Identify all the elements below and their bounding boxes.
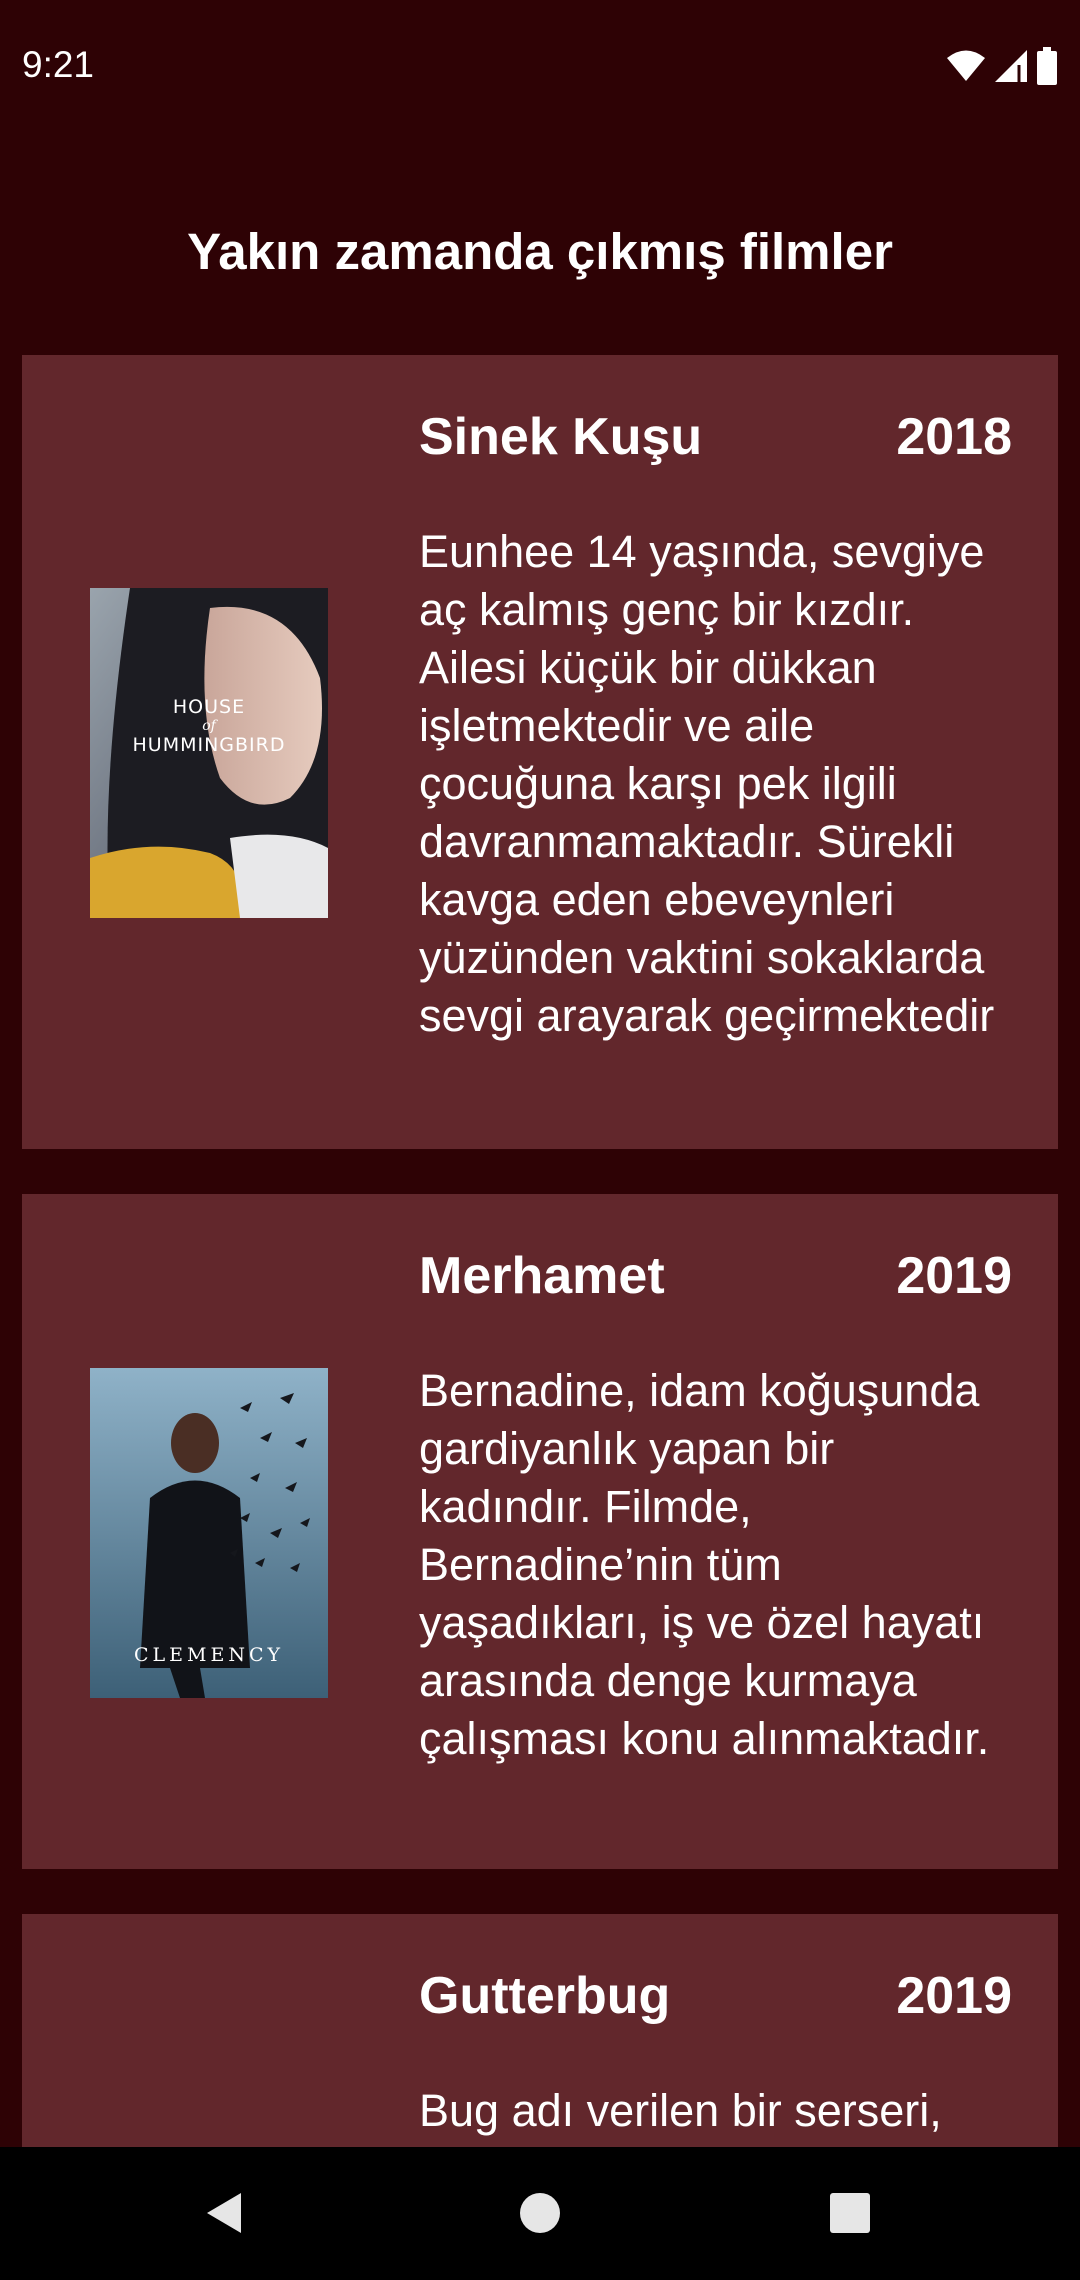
poster-title-line: of [202,718,216,734]
movie-description: Bernadine, idam koğuşunda gardiyanlık ya… [419,1365,990,1764]
movie-year: 2019 [896,1247,1012,1305]
back-icon[interactable] [185,2173,265,2253]
movie-poster: CLEMENCY [90,1368,328,1698]
movie-year: 2018 [896,408,1012,466]
movie-card[interactable]: CLEMENCY Merhamet 2019 Bernadine, idam k… [22,1194,1058,1869]
movie-title: Merhamet [419,1247,665,1305]
signal-icon [994,49,1028,88]
poster-title: CLEMENCY [133,1644,285,1666]
page-title: Yakın zamanda çıkmış filmler [187,223,893,280]
movie-year: 2019 [896,1967,1012,2025]
poster-title: HOUSE of HUMMINGBIRD [90,696,328,756]
poster-title-line: HOUSE [172,696,246,718]
movie-list[interactable]: HOUSE of HUMMINGBIRD Sinek Kuşu 2018 Eun… [22,355,1058,2219]
status-time: 9:21 [22,44,95,85]
poster-title-line: HUMMINGBIRD [132,734,286,756]
movie-title: Sinek Kuşu [419,408,703,466]
movie-description: Bug adı verilen bir serseri, [419,2085,942,2136]
status-icons [946,46,1058,90]
movie-poster: HOUSE of HUMMINGBIRD [90,588,328,918]
navigation-bar [0,2147,1080,2280]
movie-description: Eunhee 14 yaşında, sevgiye aç kalmış gen… [419,526,995,1041]
battery-icon [1036,46,1058,90]
status-bar: 9:21 [0,0,1080,136]
movie-card[interactable]: HOUSE of HUMMINGBIRD Sinek Kuşu 2018 Eun… [22,355,1058,1149]
home-icon[interactable] [500,2173,580,2253]
movie-title: Gutterbug [419,1967,671,2025]
wifi-icon [946,49,986,88]
movie-card[interactable]: Gutterbug 2019 Bug adı verilen bir serse… [22,1914,1058,2174]
recents-icon[interactable] [810,2173,890,2253]
